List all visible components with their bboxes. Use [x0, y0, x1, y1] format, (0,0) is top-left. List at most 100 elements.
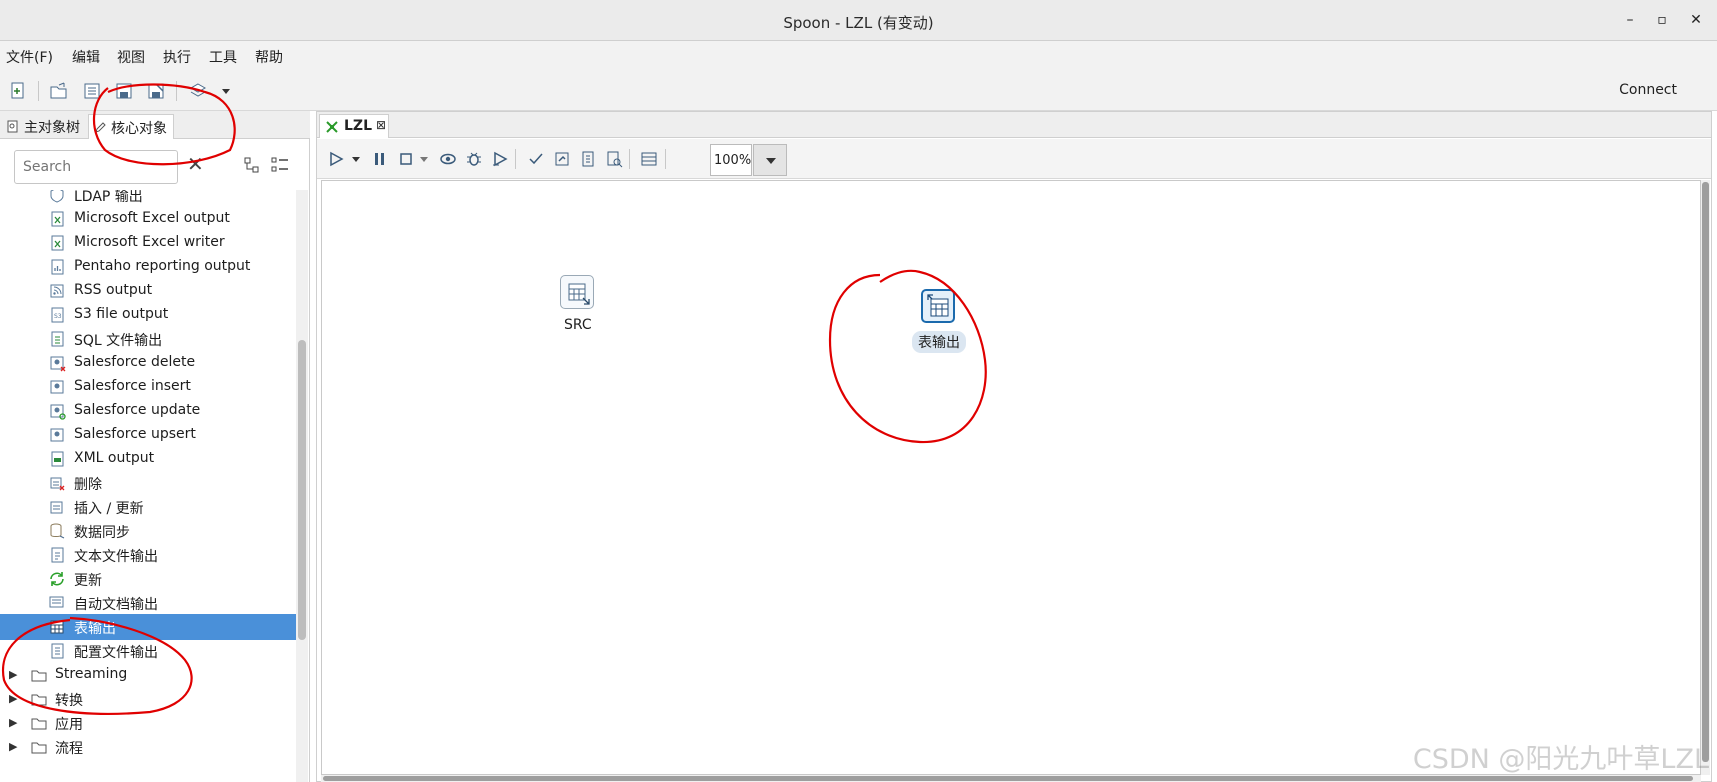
list-item[interactable]: 删除	[0, 470, 296, 496]
list-item-label: SQL 文件输出	[74, 333, 163, 349]
list-item-label: RSS output	[74, 282, 153, 298]
excel-icon	[51, 235, 64, 251]
zoom-dropdown[interactable]	[753, 144, 787, 176]
list-item[interactable]: XML output	[0, 446, 296, 472]
list-item-label: 插入 / 更新	[74, 501, 144, 517]
menu-tools[interactable]: 工具	[209, 47, 237, 67]
tree-icon	[7, 120, 18, 133]
expand-tree-icon[interactable]	[270, 155, 290, 175]
canvas-toolbar: 100%	[317, 139, 1711, 179]
new-file-icon[interactable]	[8, 81, 28, 101]
menu-help[interactable]: 帮助	[255, 47, 283, 67]
expand-arrow-icon[interactable]: ▶	[9, 692, 17, 705]
tree-folder-transform[interactable]: ▶ 转换	[0, 686, 296, 712]
list-item[interactable]: 更新	[0, 566, 296, 592]
list-item-label: 表输出	[74, 621, 116, 637]
tree-scrollbar[interactable]	[296, 190, 308, 782]
canvas-horizontal-scrollbar-thumb[interactable]	[323, 776, 1693, 781]
show-results-icon[interactable]	[640, 150, 658, 168]
expand-arrow-icon[interactable]: ▶	[9, 716, 17, 729]
stop-dropdown-icon[interactable]	[415, 150, 433, 168]
minimize-button[interactable]: –	[1620, 10, 1640, 30]
maximize-button[interactable]: ▫	[1652, 10, 1672, 30]
list-item[interactable]: Salesforce update	[0, 398, 296, 424]
list-item[interactable]: Salesforce upsert	[0, 422, 296, 448]
run-dropdown-icon[interactable]	[347, 150, 365, 168]
salesforce-icon	[50, 356, 66, 372]
step-box[interactable]	[921, 289, 955, 323]
list-item[interactable]: 数据同步	[0, 518, 296, 544]
explore-db-icon[interactable]	[605, 150, 623, 168]
close-tab-icon[interactable]: ⊠	[376, 118, 386, 132]
list-item[interactable]: S3 S3 file output	[0, 302, 296, 328]
tab-main-tree[interactable]: 主对象树	[2, 114, 86, 139]
replay-icon[interactable]	[491, 150, 509, 168]
tab-transformation[interactable]: LZL ⊠	[319, 114, 389, 138]
tree-scrollbar-thumb[interactable]	[298, 340, 306, 640]
layers-dropdown-icon[interactable]	[216, 81, 236, 101]
debug-icon[interactable]	[465, 150, 483, 168]
list-item[interactable]: 表输出	[0, 614, 296, 640]
workspace-tabs: LZL ⊠	[317, 112, 1711, 138]
list-item[interactable]: Microsoft Excel output	[0, 206, 296, 232]
close-button[interactable]: ✕	[1686, 10, 1706, 30]
step-table-output[interactable]: 表输出	[896, 289, 996, 353]
tree-folder-application[interactable]: ▶ 应用	[0, 710, 296, 736]
save-icon[interactable]	[114, 81, 134, 101]
core-objects-tree: LDAP 输出 Microsoft Excel output Microsoft…	[0, 190, 296, 782]
report-icon	[51, 259, 64, 275]
list-item[interactable]: RSS output	[0, 278, 296, 304]
sql-icon[interactable]	[579, 150, 597, 168]
folder-icon	[31, 694, 47, 706]
sync-icon	[50, 523, 65, 539]
expand-arrow-icon[interactable]: ▶	[9, 668, 17, 681]
run-icon[interactable]	[327, 150, 345, 168]
impact-icon[interactable]	[553, 150, 571, 168]
list-item[interactable]: 配置文件输出	[0, 638, 296, 664]
excel-icon	[51, 211, 64, 227]
list-item[interactable]: 插入 / 更新	[0, 494, 296, 520]
list-item[interactable]: SQL 文件输出	[0, 326, 296, 352]
list-item[interactable]: Salesforce insert	[0, 374, 296, 400]
pause-icon[interactable]	[371, 150, 389, 168]
list-item[interactable]: Salesforce delete	[0, 350, 296, 376]
left-panel-tabs: 主对象树 核心对象	[0, 111, 310, 139]
collapse-tree-icon[interactable]	[242, 155, 262, 175]
list-item-label: 数据同步	[74, 525, 130, 541]
table-output-icon	[927, 294, 949, 317]
expand-arrow-icon[interactable]: ▶	[9, 740, 17, 753]
save-as-icon[interactable]	[146, 81, 166, 101]
layers-icon[interactable]	[188, 81, 208, 101]
menu-file[interactable]: 文件(F)	[6, 47, 53, 67]
list-item-label: Salesforce upsert	[74, 426, 196, 442]
transformation-canvas[interactable]: SRC 表输出	[321, 180, 1701, 775]
explore-repository-icon[interactable]	[82, 81, 102, 101]
preview-icon[interactable]	[439, 150, 457, 168]
verify-icon[interactable]	[527, 150, 545, 168]
step-src[interactable]: SRC	[560, 275, 630, 335]
connect-button[interactable]: Connect	[1619, 82, 1677, 98]
canvas-vertical-scrollbar[interactable]	[1701, 180, 1710, 775]
list-item[interactable]: Microsoft Excel writer	[0, 230, 296, 256]
list-item[interactable]: 文本文件输出	[0, 542, 296, 568]
table-icon	[50, 620, 64, 634]
list-item[interactable]: 自动文档输出	[0, 590, 296, 616]
zoom-input[interactable]: 100%	[710, 144, 752, 176]
canvas-horizontal-scrollbar[interactable]	[321, 775, 1701, 782]
search-input[interactable]	[14, 150, 178, 184]
tab-core-objects[interactable]: 核心对象	[88, 114, 174, 139]
tree-folder-streaming[interactable]: ▶ Streaming	[0, 662, 296, 688]
stop-icon[interactable]	[397, 150, 415, 168]
menu-run[interactable]: 执行	[163, 47, 191, 67]
delete-icon	[50, 477, 65, 491]
menu-view[interactable]: 视图	[117, 47, 145, 67]
open-file-icon[interactable]	[49, 81, 69, 101]
list-item[interactable]: Pentaho reporting output	[0, 254, 296, 280]
step-box[interactable]	[560, 275, 594, 309]
step-name: 表输出	[912, 331, 966, 353]
tree-folder-flow[interactable]: ▶ 流程	[0, 734, 296, 760]
clear-search-icon[interactable]: ✕	[187, 152, 204, 176]
menu-edit[interactable]: 编辑	[72, 47, 100, 67]
canvas-vertical-scrollbar-thumb[interactable]	[1702, 182, 1709, 762]
main-toolbar: Connect	[0, 71, 1717, 111]
